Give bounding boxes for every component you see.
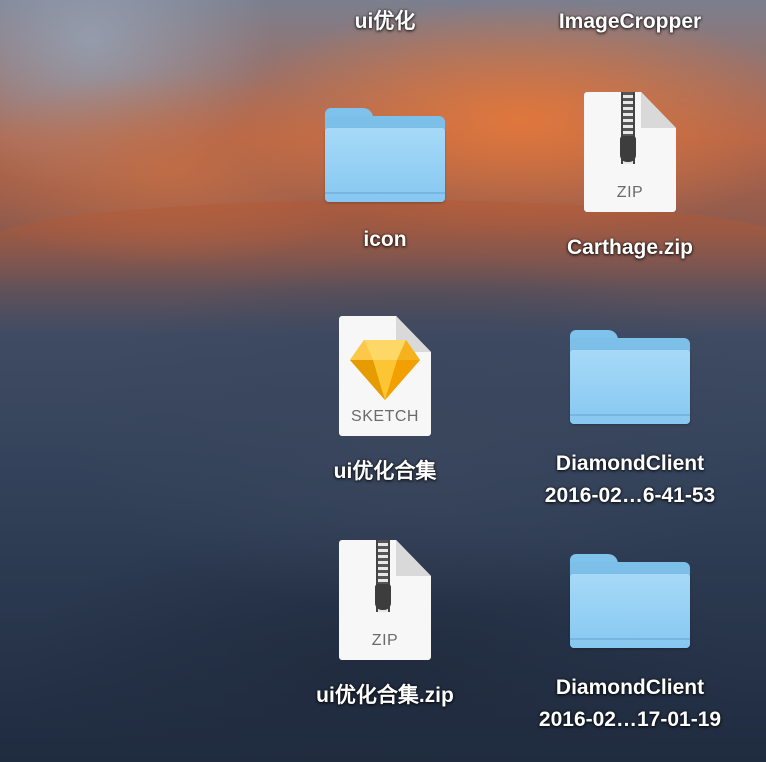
desktop-item-carthage-zip[interactable]: ZIP Carthage.zip [520, 92, 740, 264]
desktop-item-sketch-file[interactable]: SKETCH ui优化合集 [285, 316, 485, 488]
item-label: ui优化 [354, 10, 416, 33]
folder-icon [570, 330, 690, 424]
item-label: Carthage.zip [566, 236, 694, 259]
file-extension: SKETCH [351, 408, 419, 425]
zip-file-icon: ZIP [339, 540, 431, 660]
item-label: DiamondClient 2016-02…6-41-53 [545, 448, 715, 512]
item-label-line-1: DiamondClient [555, 452, 705, 475]
desktop-item-ui-optimize-folder[interactable]: ui优化 [325, 6, 445, 38]
item-label-line-2: 2016-02…17-01-19 [538, 708, 722, 731]
file-extension: ZIP [616, 184, 644, 201]
desktop-item-ui-optimize-zip[interactable]: ZIP ui优化合集.zip [285, 540, 485, 712]
desktop-item-diamondclient-folder-2[interactable]: DiamondClient 2016-02…17-01-19 [510, 554, 750, 736]
item-label-line-1: DiamondClient [555, 676, 705, 699]
desktop-item-icon-folder[interactable]: icon [325, 108, 445, 256]
folder-icon [570, 554, 690, 648]
item-label: ImageCropper [558, 10, 702, 33]
item-label: icon [363, 228, 407, 251]
item-label: ui优化合集.zip [316, 684, 454, 707]
item-label: DiamondClient 2016-02…17-01-19 [539, 672, 721, 736]
sketch-diamond-icon [350, 340, 420, 400]
item-label-line-2: 2016-02…6-41-53 [544, 484, 716, 507]
folder-icon [325, 108, 445, 202]
desktop-item-imagecropper-folder[interactable]: ImageCropper [520, 6, 740, 38]
file-extension: ZIP [371, 632, 399, 649]
item-label: ui优化合集 [333, 460, 437, 483]
desktop-item-diamondclient-folder-1[interactable]: DiamondClient 2016-02…6-41-53 [510, 330, 750, 512]
zip-file-icon: ZIP [584, 92, 676, 212]
sketch-file-icon: SKETCH [339, 316, 431, 436]
